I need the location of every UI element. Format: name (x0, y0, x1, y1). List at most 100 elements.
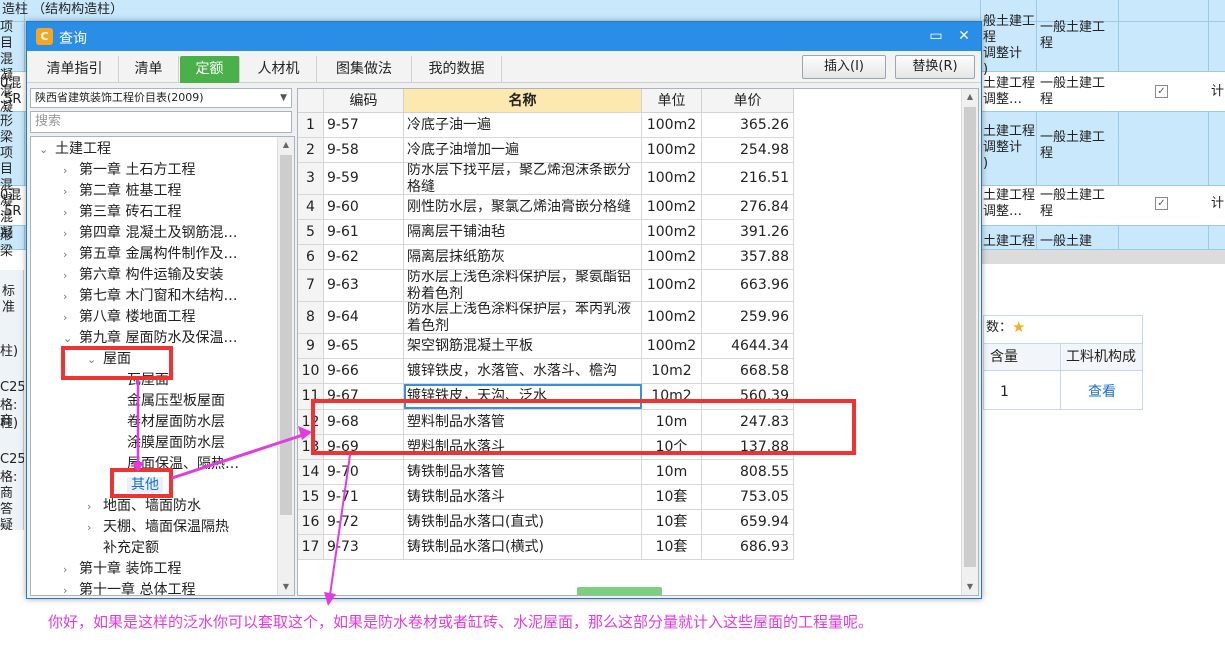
chevron-right-icon[interactable]: › (87, 517, 103, 538)
close-icon[interactable]: ✕ (953, 26, 975, 46)
cell-code: 9-67 (324, 384, 404, 409)
chevron-right-icon[interactable]: › (63, 580, 79, 595)
cell-price: 808.55 (702, 460, 794, 484)
bg-row-3-checkbox[interactable]: ✓ (1155, 85, 1168, 98)
table-row[interactable]: 15 9-71 铸铁制品水落斗 10套 753.05 (298, 485, 794, 510)
cell-n: 11 (298, 384, 324, 409)
tree-node[interactable]: › 地面、墙面防水 (87, 496, 201, 517)
tree-node[interactable]: 补充定额 (87, 538, 159, 559)
table-row[interactable]: 5 9-61 隔离层干铺油毡 100m2 391.26 (298, 220, 794, 245)
chevron-down-icon[interactable]: ⌄ (63, 328, 79, 349)
chevron-right-icon[interactable]: › (63, 559, 79, 580)
table-row[interactable]: 10 9-66 镀锌铁皮，水落管、水落斗、檐沟 10m2 668.58 (298, 359, 794, 384)
tab-list-guide[interactable]: 清单指引 (31, 56, 119, 83)
cell-n: 8 (298, 302, 324, 333)
chevron-right-icon[interactable]: › (63, 265, 79, 286)
table-row[interactable]: 14 9-70 铸铁制品水落管 10m 808.55 (298, 460, 794, 485)
cell-name: 镀锌铁皮，天沟、泛水 (404, 384, 642, 409)
insert-button[interactable]: 插入(I) (802, 55, 886, 79)
tree-node[interactable]: ⌄ 第九章 屋面防水及保温… (63, 328, 237, 349)
tree-node[interactable]: ⌄ 土建工程 (39, 139, 111, 160)
tree-node[interactable]: 卷材屋面防水层 (111, 412, 225, 433)
table-row[interactable]: 11 9-67 镀锌铁皮，天沟、泛水 10m2 560.39 (298, 384, 794, 410)
tree-node[interactable]: 其他 (111, 475, 163, 496)
tree-node[interactable]: › 第四章 混凝土及钢筋混… (63, 223, 237, 244)
scroll-up-icon[interactable]: ▲ (962, 89, 978, 105)
scroll-up-icon[interactable]: ▲ (278, 137, 294, 153)
cell-n: 14 (298, 460, 324, 484)
table-scrollbar[interactable]: ▲ ▼ (961, 89, 978, 595)
tree-node[interactable]: › 第十一章 总体工程 (63, 580, 195, 595)
tree-node[interactable]: 金属压型板屋面 (111, 391, 225, 412)
header-price[interactable]: 单价 (702, 89, 794, 113)
tab-materials[interactable]: 人材机 (241, 56, 317, 83)
cell-unit: 10m (642, 460, 702, 484)
resize-grip[interactable] (577, 587, 662, 595)
tree-node[interactable]: 瓦屋面 (111, 370, 169, 391)
tree-node[interactable]: › 第三章 砖石工程 (63, 202, 181, 223)
tree-node[interactable]: › 第七章 木门窗和木结构… (63, 286, 237, 307)
tree-node[interactable]: 涂膜屋面防水层 (111, 433, 225, 454)
table-row[interactable]: 9 9-65 架空钢筋混凝土平板 100m2 4644.34 (298, 334, 794, 359)
tree-node[interactable]: › 第八章 楼地面工程 (63, 307, 195, 328)
chevron-down-icon[interactable]: ⌄ (87, 349, 103, 370)
chevron-right-icon[interactable]: › (63, 202, 79, 223)
cell-price: 357.88 (702, 245, 794, 269)
bg-row-6-type: 一般土建 (1040, 234, 1093, 249)
cell-name: 架空钢筋混凝土平板 (404, 334, 642, 358)
maximize-icon[interactable]: ▭ (925, 26, 947, 46)
table-row[interactable]: 6 9-62 隔离层抹纸筋灰 100m2 357.88 (298, 245, 794, 270)
tree-node-label: 第九章 屋面防水及保温… (79, 330, 238, 346)
table-row[interactable]: 4 9-60 刚性防水层，聚氯乙烯油膏嵌分格缝 100m2 276.84 (298, 195, 794, 220)
tab-my-data[interactable]: 我的数据 (412, 56, 502, 83)
bg-row-5-checkbox[interactable]: ✓ (1155, 197, 1168, 210)
tree-scrollbar[interactable]: ▲ ▼ (277, 137, 294, 595)
table-row[interactable]: 8 9-64 防水层上浅色涂料保护层，苯丙乳液着色剂 100m2 259.96 (298, 302, 794, 334)
view-link[interactable]: 查看 (1088, 384, 1128, 400)
table-row[interactable]: 16 9-72 铸铁制品水落口(直式) 10套 659.94 (298, 510, 794, 535)
header-code[interactable]: 编码 (324, 89, 404, 113)
cell-unit: 100m2 (642, 245, 702, 269)
cell-n: 1 (298, 113, 324, 137)
table-row[interactable]: 3 9-59 防水层下找平层，聚乙烯泡沫条嵌分格缝 100m2 216.51 (298, 163, 794, 195)
chevron-right-icon[interactable]: › (63, 307, 79, 328)
tab-list[interactable]: 清单 (119, 56, 179, 83)
chevron-right-icon[interactable]: › (63, 160, 79, 181)
tree-node[interactable]: 屋面保温、隔热… (111, 454, 239, 475)
cell-price: 276.84 (702, 195, 794, 219)
table-row[interactable]: 1 9-57 冷底子油一遍 100m2 365.26 (298, 113, 794, 138)
chevron-right-icon[interactable]: › (63, 223, 79, 244)
cell-unit: 10m2 (642, 384, 702, 409)
chevron-right-icon[interactable]: › (87, 496, 103, 517)
tree-node-label: 涂膜屋面防水层 (127, 435, 225, 451)
replace-button[interactable]: 替换(R) (895, 55, 975, 79)
tree-node[interactable]: › 第一章 土石方工程 (63, 160, 195, 181)
header-unit[interactable]: 单位 (642, 89, 702, 113)
scroll-down-icon[interactable]: ▼ (278, 579, 294, 595)
chevron-right-icon[interactable]: › (63, 286, 79, 307)
table-row[interactable]: 17 9-73 铸铁制品水落口(横式) 10套 686.93 (298, 535, 794, 560)
header-name[interactable]: 名称 (404, 89, 642, 113)
library-select[interactable]: 陕西省建筑装饰工程价目表(2009) ▼ (30, 88, 292, 108)
chevron-right-icon[interactable]: › (63, 244, 79, 265)
dialog-titlebar[interactable]: C 查询 ▭ ✕ (27, 22, 981, 51)
tree-node[interactable]: › 第十章 装饰工程 (63, 559, 181, 580)
table-row[interactable]: 13 9-69 塑料制品水落斗 10个 137.88 (298, 435, 794, 460)
scroll-down-icon[interactable]: ▼ (962, 579, 978, 595)
table-scroll-thumb[interactable] (964, 107, 976, 567)
table-row[interactable]: 12 9-68 塑料制品水落管 10m 247.83 (298, 410, 794, 435)
chevron-down-icon[interactable]: ⌄ (39, 139, 55, 160)
tree-node[interactable]: › 第二章 桩基工程 (63, 181, 181, 202)
tree-node[interactable]: › 第五章 金属构件制作及… (63, 244, 237, 265)
table-row[interactable]: 2 9-58 冷底子油增加一遍 100m2 254.98 (298, 138, 794, 163)
tree-node[interactable]: › 天棚、墙面保温隔热 (87, 517, 229, 538)
tree-node[interactable]: ⌄ 屋面 (87, 349, 131, 370)
tree-scroll-thumb[interactable] (280, 155, 292, 515)
chevron-right-icon[interactable]: › (63, 181, 79, 202)
tree-node[interactable]: › 第六章 构件运输及安装 (63, 265, 223, 286)
tab-atlas-method[interactable]: 图集做法 (317, 56, 412, 83)
bg-row-5-text: 0混 .5R (0, 188, 22, 219)
search-input[interactable]: 搜索 (30, 111, 292, 133)
table-row[interactable]: 7 9-63 防水层上浅色涂料保护层，聚氨酯铝粉着色剂 100m2 663.96 (298, 270, 794, 302)
tab-quota[interactable]: 定额 (180, 56, 240, 83)
